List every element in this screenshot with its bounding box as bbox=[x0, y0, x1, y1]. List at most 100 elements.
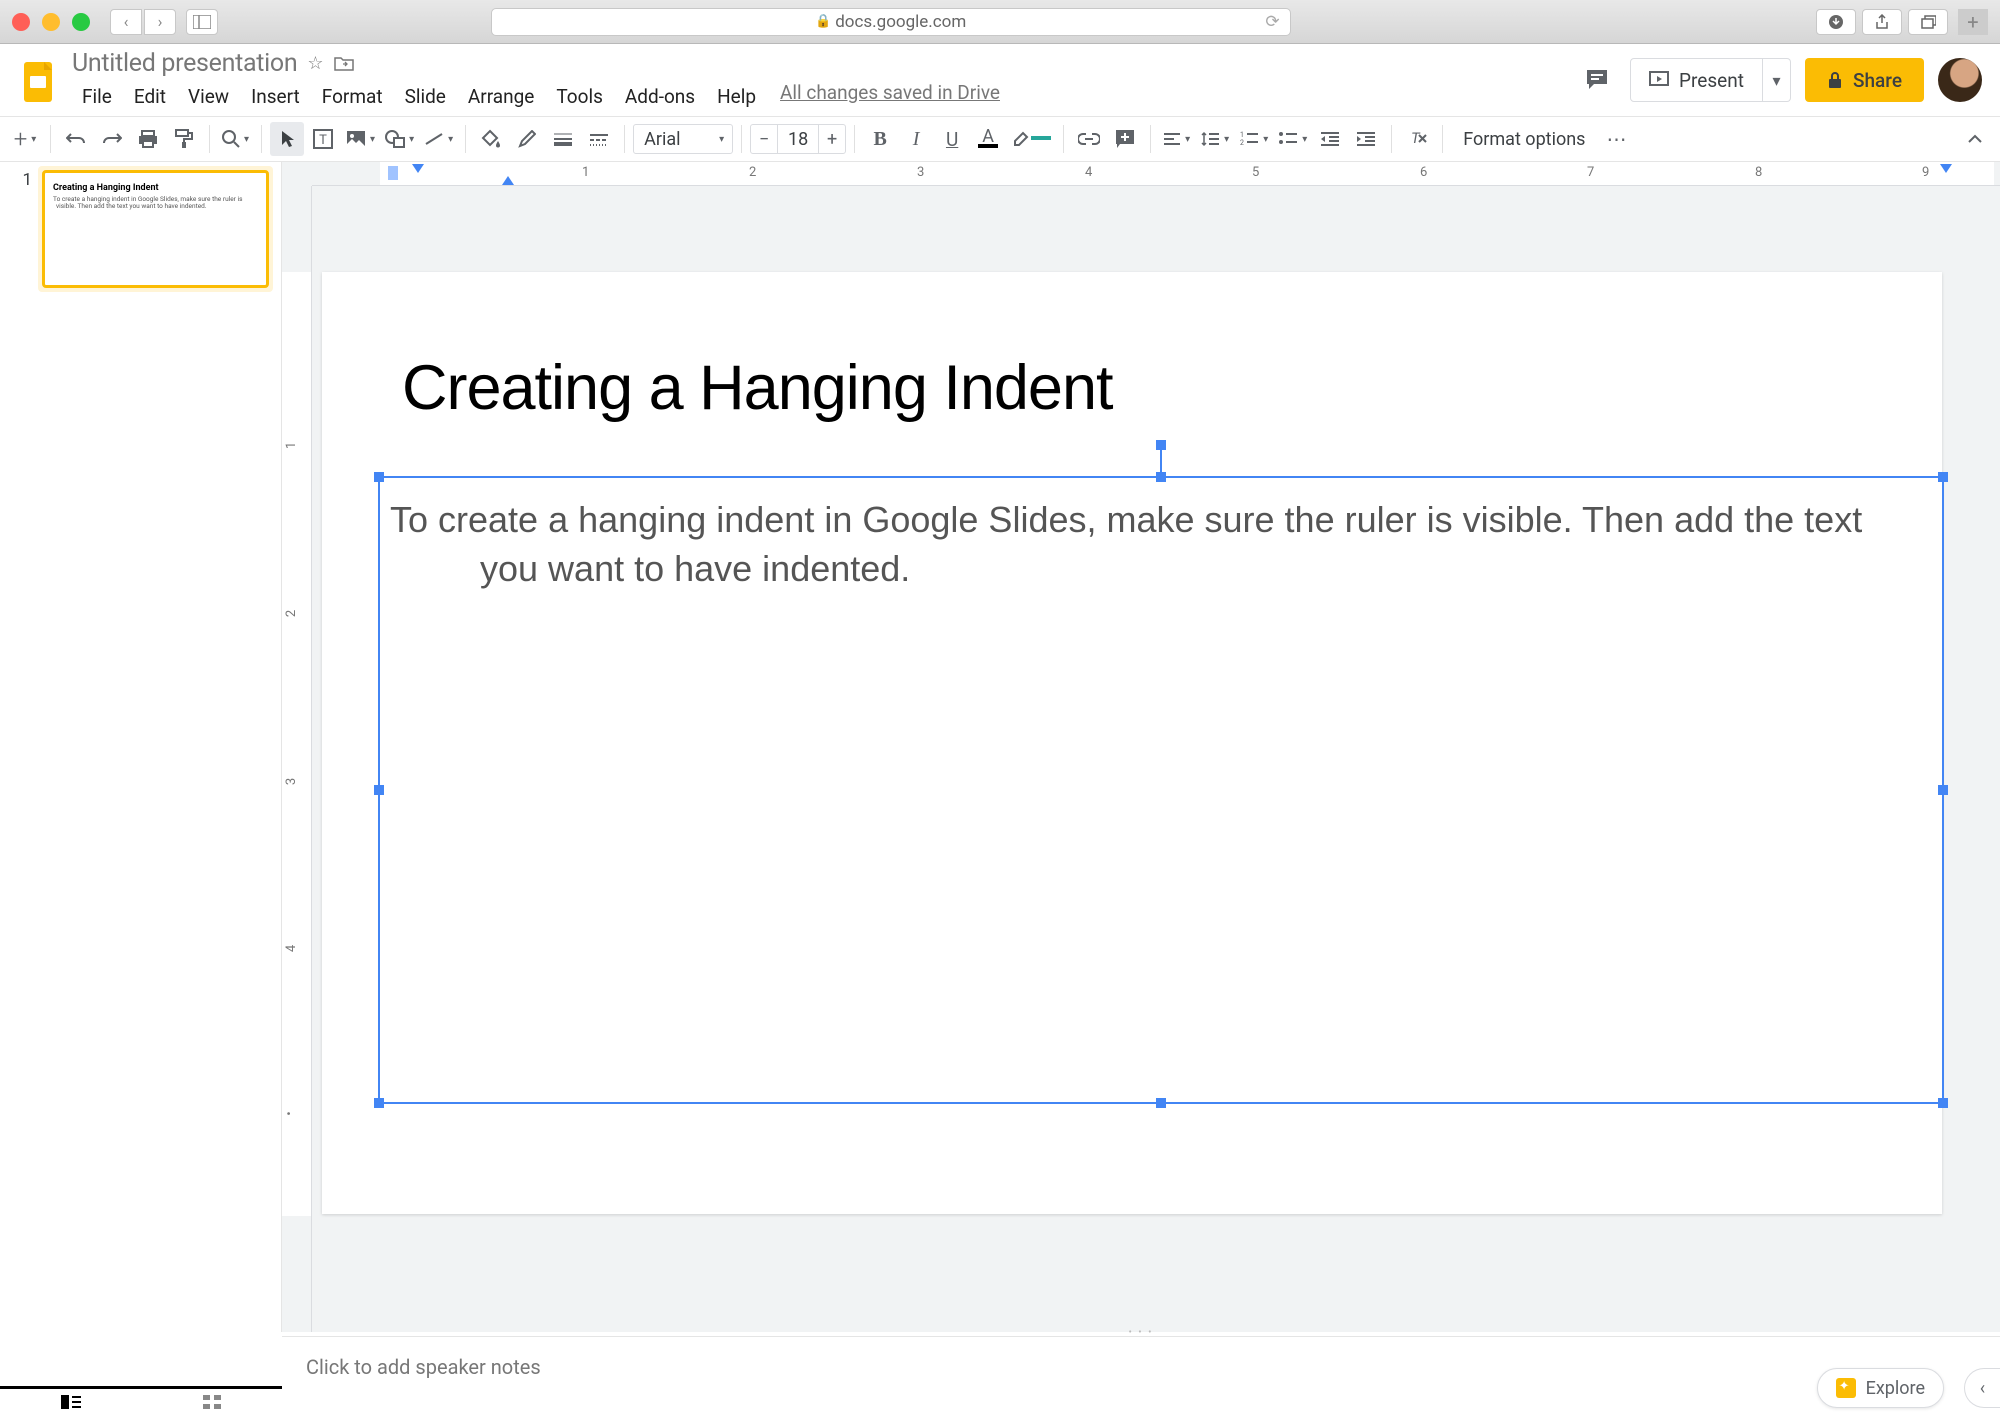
menu-help[interactable]: Help bbox=[707, 81, 766, 112]
resize-handle-sw[interactable] bbox=[374, 1098, 384, 1108]
share-browser-button[interactable] bbox=[1862, 9, 1902, 35]
horizontal-ruler[interactable]: 1 2 3 4 5 6 7 8 9 bbox=[312, 162, 2000, 186]
font-select[interactable]: Arial bbox=[633, 124, 733, 154]
resize-handle-se[interactable] bbox=[1938, 1098, 1948, 1108]
slide-thumbnail-row[interactable]: 1 Creating a Hanging Indent To create a … bbox=[8, 166, 273, 292]
slides-logo-icon[interactable] bbox=[18, 60, 62, 104]
border-color-button[interactable] bbox=[510, 122, 544, 156]
paint-roller-icon bbox=[175, 129, 193, 149]
text-color-button[interactable]: A bbox=[971, 122, 1005, 156]
insert-comment-button[interactable] bbox=[1108, 122, 1142, 156]
paint-format-button[interactable] bbox=[167, 122, 201, 156]
align-button[interactable] bbox=[1159, 122, 1194, 156]
tabs-button[interactable] bbox=[1908, 9, 1948, 35]
vertical-ruler[interactable]: 1 2 3 4 • bbox=[282, 186, 312, 1332]
explore-button[interactable]: Explore bbox=[1817, 1368, 1944, 1408]
increase-indent-button[interactable] bbox=[1349, 122, 1383, 156]
minimize-window-button[interactable] bbox=[42, 13, 60, 31]
forward-button[interactable]: › bbox=[144, 9, 176, 35]
move-icon[interactable] bbox=[334, 56, 354, 72]
menu-edit[interactable]: Edit bbox=[124, 81, 176, 112]
save-status[interactable]: All changes saved in Drive bbox=[780, 81, 1000, 112]
insert-link-button[interactable] bbox=[1072, 122, 1106, 156]
decrease-indent-button[interactable] bbox=[1313, 122, 1347, 156]
doc-title[interactable]: Untitled presentation bbox=[72, 49, 297, 78]
grid-view-button[interactable] bbox=[202, 1394, 222, 1410]
menu-view[interactable]: View bbox=[178, 81, 239, 112]
menu-addons[interactable]: Add-ons bbox=[615, 81, 705, 112]
speaker-notes[interactable]: Click to add speaker notes bbox=[282, 1336, 2000, 1412]
menu-arrange[interactable]: Arrange bbox=[458, 81, 544, 112]
line-spacing-button[interactable] bbox=[1196, 122, 1233, 156]
slide-title[interactable]: Creating a Hanging Indent bbox=[402, 352, 1113, 424]
filmstrip[interactable]: 1 Creating a Hanging Indent To create a … bbox=[0, 162, 282, 1332]
slide-canvas[interactable]: Creating a Hanging Indent To create a ha… bbox=[322, 272, 1942, 1214]
collapse-toolbar-button[interactable] bbox=[1958, 122, 1992, 156]
menu-insert[interactable]: Insert bbox=[241, 81, 310, 112]
bold-button[interactable]: B bbox=[863, 122, 897, 156]
resize-handle-e[interactable] bbox=[1938, 785, 1948, 795]
underline-button[interactable]: U bbox=[935, 122, 969, 156]
comments-button[interactable] bbox=[1578, 61, 1616, 99]
border-weight-button[interactable] bbox=[546, 122, 580, 156]
rotate-handle[interactable] bbox=[1156, 440, 1166, 450]
highlight-color-button[interactable] bbox=[1007, 122, 1055, 156]
first-line-indent-marker[interactable] bbox=[412, 164, 424, 173]
left-indent-marker[interactable] bbox=[502, 176, 514, 185]
close-window-button[interactable] bbox=[12, 13, 30, 31]
shape-tool[interactable] bbox=[381, 122, 418, 156]
font-size-decrease[interactable]: − bbox=[750, 124, 778, 154]
print-button[interactable] bbox=[131, 122, 165, 156]
clear-formatting-button[interactable]: T bbox=[1400, 122, 1434, 156]
star-icon[interactable]: ☆ bbox=[307, 53, 323, 74]
right-indent-marker[interactable] bbox=[1940, 164, 1952, 173]
resize-handle-s[interactable] bbox=[1156, 1098, 1166, 1108]
sidebar-toggle-button[interactable] bbox=[186, 9, 218, 35]
font-size-increase[interactable]: + bbox=[818, 124, 846, 154]
new-tab-button[interactable]: + bbox=[1958, 9, 1988, 35]
back-button[interactable]: ‹ bbox=[110, 9, 142, 35]
resize-handle-ne[interactable] bbox=[1938, 472, 1948, 482]
numbered-list-button[interactable]: 12 bbox=[1235, 122, 1272, 156]
present-button[interactable]: Present bbox=[1630, 58, 1763, 102]
highlighter-icon bbox=[1011, 131, 1031, 147]
resize-handle-w[interactable] bbox=[374, 785, 384, 795]
border-dash-button[interactable] bbox=[582, 122, 616, 156]
slide-thumbnail[interactable]: Creating a Hanging Indent To create a ha… bbox=[42, 170, 269, 288]
lock-icon: 🔒 bbox=[815, 14, 831, 29]
fill-color-button[interactable] bbox=[474, 122, 508, 156]
menu-tools[interactable]: Tools bbox=[546, 81, 613, 112]
font-size-value[interactable]: 18 bbox=[778, 124, 818, 154]
menu-format[interactable]: Format bbox=[312, 81, 393, 112]
slide-body-text[interactable]: To create a hanging indent in Google Sli… bbox=[390, 496, 1912, 593]
thumb-title: Creating a Hanging Indent bbox=[53, 183, 258, 193]
bulleted-list-button[interactable] bbox=[1274, 122, 1311, 156]
select-tool[interactable] bbox=[270, 122, 304, 156]
image-tool[interactable] bbox=[342, 122, 379, 156]
more-tools-button[interactable]: ⋯ bbox=[1599, 122, 1633, 156]
canvas-area[interactable]: 1 2 3 4 5 6 7 8 9 1 2 3 4 • Cre bbox=[282, 162, 2000, 1332]
menu-file[interactable]: File bbox=[72, 81, 122, 112]
side-panel-toggle[interactable]: ‹ bbox=[1964, 1368, 2000, 1408]
textbox-tool[interactable]: T bbox=[306, 122, 340, 156]
redo-button[interactable] bbox=[95, 122, 129, 156]
filmstrip-view-button[interactable] bbox=[60, 1394, 82, 1410]
new-slide-button[interactable]: + bbox=[8, 122, 42, 156]
maximize-window-button[interactable] bbox=[72, 13, 90, 31]
avatar[interactable] bbox=[1938, 58, 1982, 102]
line-tool[interactable] bbox=[420, 122, 457, 156]
present-dropdown[interactable]: ▾ bbox=[1763, 58, 1791, 102]
downloads-button[interactable] bbox=[1816, 9, 1856, 35]
italic-button[interactable]: I bbox=[899, 122, 933, 156]
undo-button[interactable] bbox=[59, 122, 93, 156]
share-button[interactable]: Share bbox=[1805, 58, 1924, 102]
resize-handle-n[interactable] bbox=[1156, 472, 1166, 482]
body-textbox-selected[interactable]: To create a hanging indent in Google Sli… bbox=[378, 476, 1944, 1104]
notes-splitter[interactable]: • • • bbox=[282, 1328, 2000, 1336]
format-options-button[interactable]: Format options bbox=[1451, 122, 1597, 156]
reload-icon[interactable]: ⟳ bbox=[1265, 12, 1279, 32]
url-bar[interactable]: 🔒 docs.google.com ⟳ bbox=[491, 8, 1291, 36]
zoom-button[interactable] bbox=[218, 122, 253, 156]
resize-handle-nw[interactable] bbox=[374, 472, 384, 482]
menu-slide[interactable]: Slide bbox=[395, 81, 456, 112]
